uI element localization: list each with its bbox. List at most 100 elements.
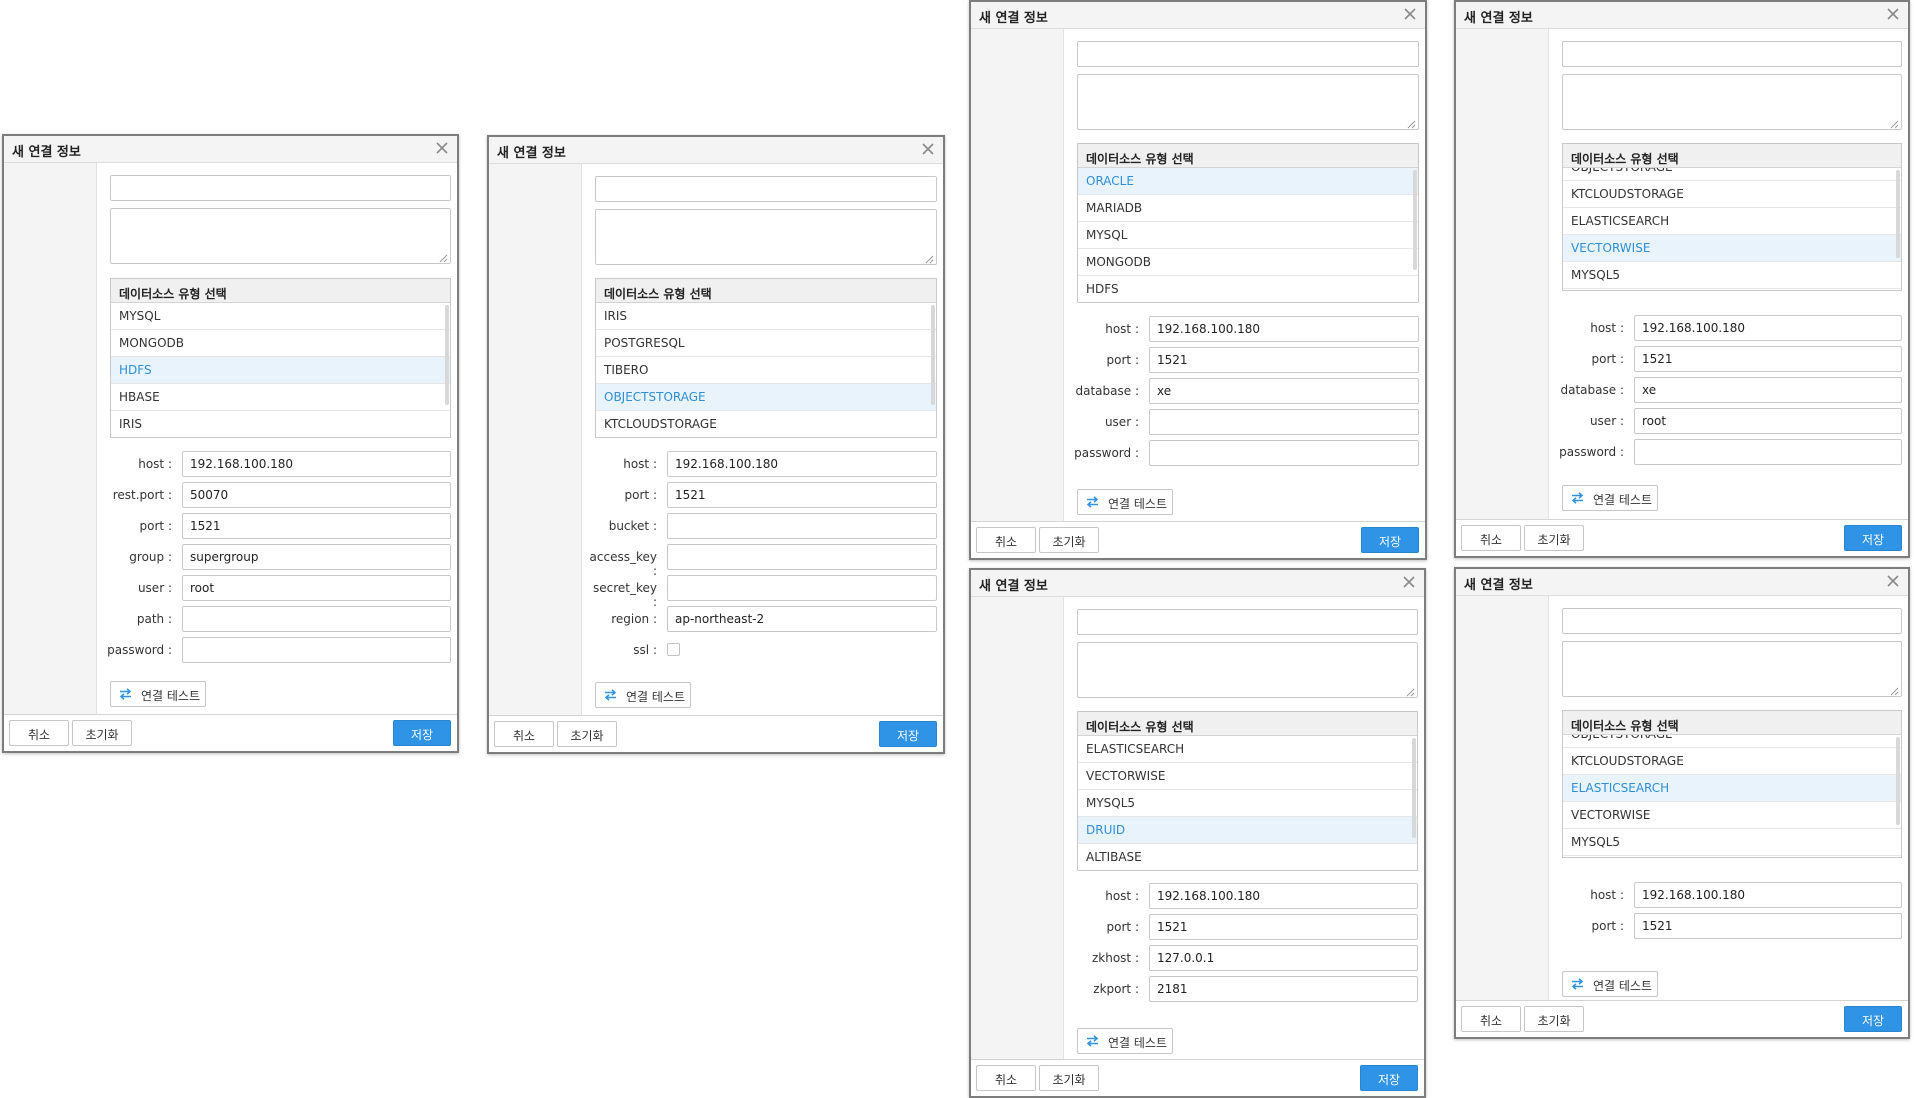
close-icon[interactable] [1400, 573, 1418, 591]
name-input[interactable] [595, 176, 937, 202]
datasource-option[interactable]: MYSQL5 [1563, 829, 1901, 856]
connection-test-button[interactable]: 연결 테스트 [1077, 1028, 1173, 1054]
datasource-option[interactable]: ALTIBASE [1078, 844, 1417, 870]
password-input[interactable] [1634, 439, 1902, 465]
cancel-button[interactable]: 취소 [1461, 525, 1521, 551]
connection-test-button[interactable]: 연결 테스트 [1562, 485, 1658, 511]
connection-test-button[interactable]: 연결 테스트 [1077, 489, 1173, 515]
name-input[interactable] [1562, 41, 1902, 67]
host-input[interactable]: 192.168.100.180 [1634, 882, 1902, 908]
list-scrollbar[interactable] [1412, 738, 1416, 838]
datasource-option[interactable]: MYSQL [111, 303, 450, 330]
name-input[interactable] [1077, 609, 1418, 635]
description-textarea[interactable] [110, 208, 451, 264]
datasource-type-list[interactable]: 데이터소스 유형 선택 MYSQL MONGODB HDFS HBASE IRIS [110, 278, 451, 438]
datasource-option[interactable]: HDFS [111, 357, 450, 384]
reset-button[interactable]: 초기화 [1524, 525, 1584, 551]
zkhost-input[interactable]: 127.0.0.1 [1149, 945, 1418, 971]
reset-button[interactable]: 초기화 [1039, 1065, 1099, 1091]
datasource-option[interactable]: MYSQL5 [1078, 790, 1417, 817]
datasource-option[interactable]: DRUID [1563, 856, 1901, 857]
rest-port-input[interactable]: 50070 [182, 482, 451, 508]
cancel-button[interactable]: 취소 [976, 1065, 1036, 1091]
port-input[interactable]: 1521 [1149, 914, 1418, 940]
ssl-checkbox[interactable] [667, 643, 680, 656]
description-textarea[interactable] [1077, 74, 1419, 130]
datasource-option[interactable]: VECTORWISE [1563, 802, 1901, 829]
datasource-option[interactable]: DRUID [1078, 817, 1417, 844]
list-scrollbar[interactable] [1413, 170, 1417, 270]
cancel-button[interactable]: 취소 [494, 721, 554, 747]
description-textarea[interactable] [1562, 74, 1902, 130]
datasource-option[interactable]: POSTGRESQL [596, 330, 936, 357]
user-input[interactable]: root [1634, 408, 1902, 434]
connection-test-button[interactable]: 연결 테스트 [110, 681, 206, 707]
zkport-input[interactable]: 2181 [1149, 976, 1418, 1002]
port-input[interactable]: 1521 [1634, 913, 1902, 939]
close-icon[interactable] [919, 140, 937, 158]
database-input[interactable]: xe [1634, 377, 1902, 403]
close-icon[interactable] [433, 139, 451, 157]
region-input[interactable]: ap-northeast-2 [667, 606, 937, 632]
group-input[interactable]: supergroup [182, 544, 451, 570]
reset-button[interactable]: 초기화 [557, 721, 617, 747]
save-button[interactable]: 저장 [879, 721, 937, 747]
datasource-type-list[interactable]: 데이터소스 유형 선택OBJECTSTORAGEKTCLOUDSTORAGEEL… [1562, 710, 1902, 858]
close-icon[interactable] [1401, 5, 1419, 23]
datasource-option[interactable]: MARIADB [1078, 195, 1418, 222]
datasource-option[interactable]: MONGODB [1078, 249, 1418, 276]
datasource-option[interactable]: HBASE [111, 384, 450, 411]
description-textarea[interactable] [1562, 641, 1902, 697]
host-input[interactable]: 192.168.100.180 [667, 451, 937, 477]
datasource-option[interactable]: OBJECTSTORAGE [596, 384, 936, 411]
connection-test-button[interactable]: 연결 테스트 [1562, 971, 1658, 997]
datasource-option[interactable]: HDFS [1078, 276, 1418, 302]
datasource-type-list[interactable]: 데이터소스 유형 선택 ORACLE MARIADB MYSQL MONGODB HDFS [1077, 143, 1419, 303]
list-scrollbar[interactable] [1896, 737, 1900, 825]
bucket-input[interactable] [667, 513, 937, 539]
datasource-option[interactable]: IRIS [111, 411, 450, 437]
datasource-option[interactable]: KTCLOUDSTORAGE [1563, 181, 1901, 208]
datasource-option[interactable]: ELASTICSEARCH [1078, 736, 1417, 763]
port-input[interactable]: 1521 [1149, 347, 1419, 373]
description-textarea[interactable] [595, 209, 937, 265]
description-textarea[interactable] [1077, 642, 1418, 698]
datasource-option[interactable]: MYSQL [1078, 222, 1418, 249]
name-input[interactable] [110, 175, 451, 201]
datasource-option[interactable]: VECTORWISE [1563, 235, 1901, 262]
cancel-button[interactable]: 취소 [976, 527, 1036, 553]
port-input[interactable]: 1521 [182, 513, 451, 539]
save-button[interactable]: 저장 [1361, 527, 1419, 553]
password-input[interactable] [182, 637, 451, 663]
path-input[interactable] [182, 606, 451, 632]
close-icon[interactable] [1884, 572, 1902, 590]
host-input[interactable]: 192.168.100.180 [1634, 315, 1902, 341]
datasource-option[interactable]: DRUID [1563, 289, 1901, 290]
list-scrollbar[interactable] [931, 305, 935, 405]
list-scrollbar[interactable] [445, 305, 449, 405]
datasource-type-list[interactable]: 데이터소스 유형 선택OBJECTSTORAGEKTCLOUDSTORAGEEL… [1562, 143, 1902, 291]
user-input[interactable]: root [182, 575, 451, 601]
save-button[interactable]: 저장 [393, 720, 451, 746]
cancel-button[interactable]: 취소 [1461, 1006, 1521, 1032]
reset-button[interactable]: 초기화 [1524, 1006, 1584, 1032]
database-input[interactable]: xe [1149, 378, 1419, 404]
datasource-type-list[interactable]: 데이터소스 유형 선택 IRIS POSTGRESQL TIBERO OBJECTSTO… [595, 278, 937, 438]
secret-key-input[interactable] [667, 575, 937, 601]
reset-button[interactable]: 초기화 [1039, 527, 1099, 553]
datasource-option[interactable]: MONGODB [111, 330, 450, 357]
access-key-input[interactable] [667, 544, 937, 570]
reset-button[interactable]: 초기화 [72, 720, 132, 746]
resize-grip-icon[interactable] [1407, 118, 1416, 129]
resize-grip-icon[interactable] [439, 252, 448, 263]
datasource-option[interactable]: VECTORWISE [1078, 763, 1417, 790]
save-button[interactable]: 저장 [1844, 525, 1902, 551]
name-input[interactable] [1562, 608, 1902, 634]
datasource-option[interactable]: MYSQL5 [1563, 262, 1901, 289]
host-input[interactable]: 192.168.100.180 [1149, 883, 1418, 909]
list-scrollbar[interactable] [1896, 170, 1900, 258]
host-input[interactable]: 192.168.100.180 [1149, 316, 1419, 342]
datasource-option[interactable]: IRIS [596, 303, 936, 330]
resize-grip-icon[interactable] [1890, 685, 1899, 696]
resize-grip-icon[interactable] [1890, 118, 1899, 129]
